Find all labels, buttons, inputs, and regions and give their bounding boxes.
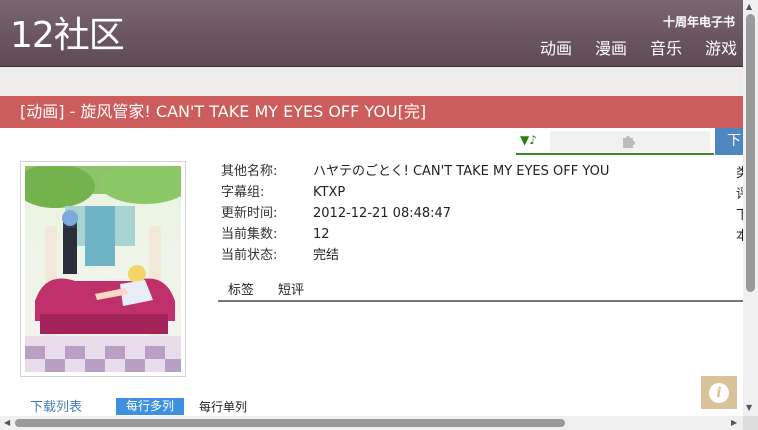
info-row: 字幕组: KTXP [221, 184, 609, 205]
music-player: ▼♪ [516, 131, 714, 155]
scroll-up-icon[interactable]: ▲ [746, 2, 752, 11]
info-value[interactable]: KTXP [313, 184, 345, 205]
info-value: 2012-12-21 08:48:47 [313, 206, 452, 221]
horizontal-scrollbar[interactable]: ◀ ▶ [0, 416, 743, 430]
cover-image [20, 161, 186, 377]
vertical-scroll-thumb[interactable] [746, 14, 755, 292]
nav-item-manga[interactable]: 漫画 [595, 38, 627, 60]
plugin-placeholder[interactable] [550, 131, 710, 152]
clipped-label: 类 [736, 166, 743, 181]
horizontal-scroll-thumb[interactable] [15, 419, 565, 427]
puzzle-piece-icon [620, 132, 638, 155]
nav-item-games[interactable]: 游戏 [705, 38, 737, 60]
info-value: 12 [313, 227, 330, 242]
info-label: 其他名称: [221, 164, 278, 179]
mode-multi-column-button[interactable]: 每行多列 [116, 398, 184, 415]
clipped-label: 评 [736, 187, 743, 202]
info-label: 字幕组: [221, 185, 265, 200]
main-nav: 动画 漫画 音乐 游戏 [517, 38, 737, 60]
download-button[interactable]: 下载 [715, 128, 743, 155]
tab-tags[interactable]: 标签 [228, 282, 254, 300]
sub-header-band [0, 67, 743, 96]
info-label: 当前集数: [221, 227, 278, 242]
scrollbar-corner [743, 416, 758, 430]
download-list-link[interactable]: 下载列表 [30, 399, 82, 416]
clipped-label: 下 [736, 208, 743, 223]
scroll-right-icon[interactable]: ▶ [731, 417, 737, 429]
mode-single-column-button[interactable]: 每行单列 [199, 399, 247, 416]
vertical-scrollbar[interactable]: ▲ ▼ [743, 0, 758, 416]
info-row: 更新时间: 2012-12-21 08:48:47 [221, 205, 609, 226]
info-row: 当前状态: 完结 [221, 247, 609, 268]
detail-tabs: 标签 短评 [218, 282, 743, 302]
site-logo[interactable]: 12社区 [10, 14, 125, 58]
info-button[interactable]: i [701, 376, 737, 409]
info-icon: i [709, 382, 729, 403]
site-header: 12社区 十周年电子书 动画 漫画 音乐 游戏 [0, 0, 743, 67]
info-label: 更新时间: [221, 206, 278, 221]
title-bar: [动画] - 旋风管家! CAN'T TAKE MY EYES OFF YOU[… [0, 96, 743, 128]
info-value: 完结 [313, 248, 340, 263]
nav-item-music[interactable]: 音乐 [650, 38, 682, 60]
info-table: 其他名称: ハヤテのごとく! CAN'T TAKE MY EYES OFF YO… [221, 163, 609, 268]
info-row: 当前集数: 12 [221, 226, 609, 247]
promo-link[interactable]: 十周年电子书 [663, 13, 735, 30]
scroll-left-icon[interactable]: ◀ [4, 417, 10, 429]
clipped-label: 本 [736, 229, 743, 244]
scroll-down-icon[interactable]: ▼ [746, 403, 752, 412]
page-title: [动画] - 旋风管家! CAN'T TAKE MY EYES OFF YOU[… [20, 102, 427, 121]
info-value: ハヤテのごとく! CAN'T TAKE MY EYES OFF YOU [313, 164, 610, 179]
player-toggle-icon[interactable]: ▼♪ [520, 133, 537, 147]
clipped-info-column: 类 评 下 本 [736, 163, 743, 247]
info-row: 其他名称: ハヤテのごとく! CAN'T TAKE MY EYES OFF YO… [221, 163, 609, 184]
tab-short-reviews[interactable]: 短评 [278, 282, 304, 300]
info-label: 当前状态: [221, 248, 278, 263]
nav-item-anime[interactable]: 动画 [540, 38, 572, 60]
